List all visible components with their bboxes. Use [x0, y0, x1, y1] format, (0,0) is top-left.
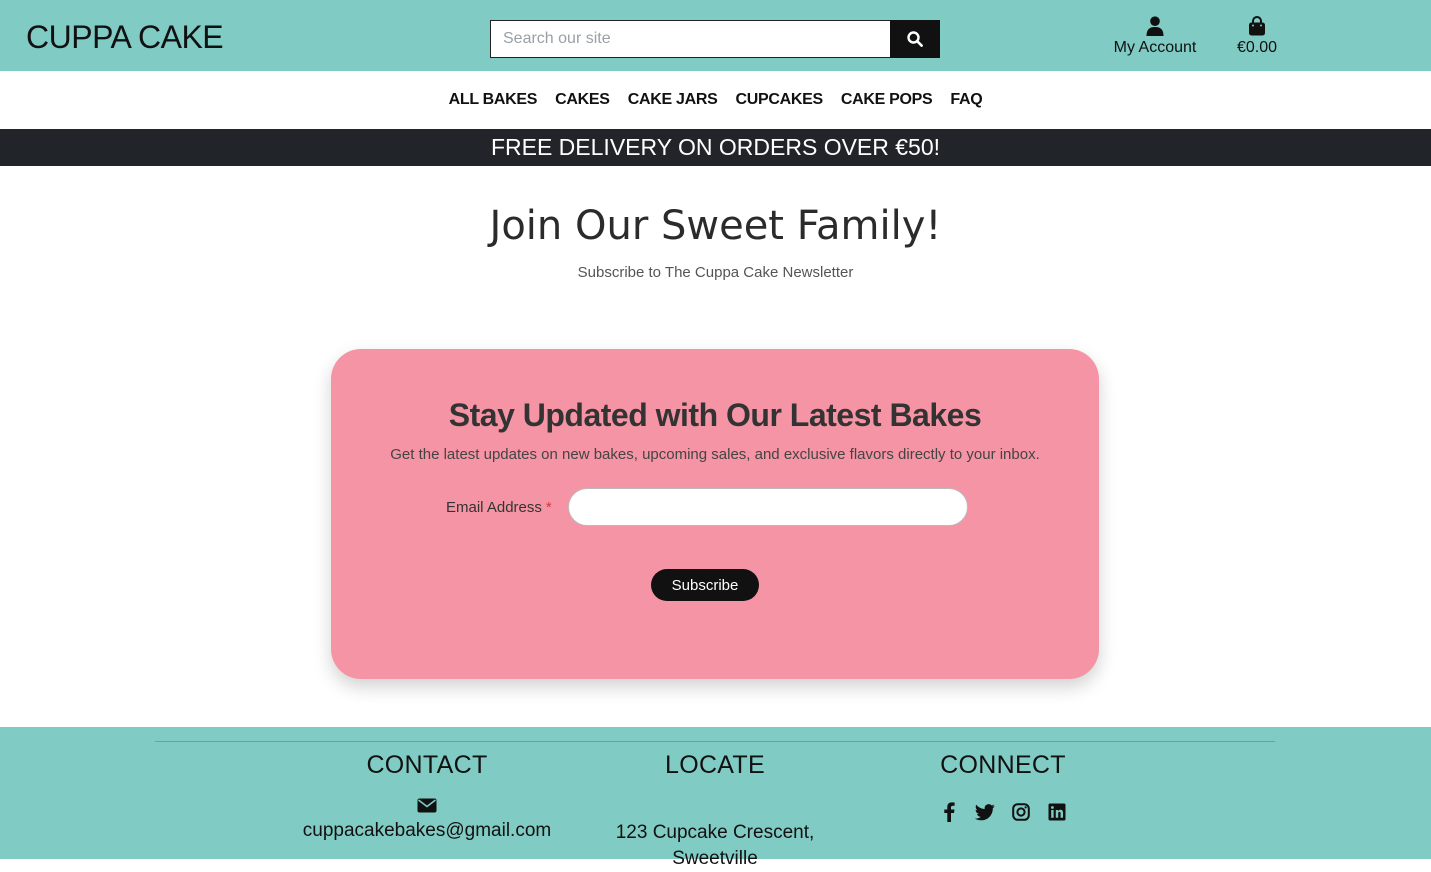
nav-item-faq[interactable]: FAQ — [950, 91, 982, 109]
shopping-bag-icon — [1249, 16, 1265, 36]
contact-heading: CONTACT — [366, 751, 488, 779]
nav-item-cupcakes[interactable]: CUPCAKES — [735, 91, 823, 109]
twitter-icon[interactable] — [975, 802, 995, 822]
nav-item-cake-pops[interactable]: CAKE POPS — [841, 91, 933, 109]
top-header: CUPPA CAKE My Account €0.00 — [0, 0, 1431, 71]
newsletter-card: Stay Updated with Our Latest Bakes Get t… — [331, 349, 1099, 679]
facebook-icon[interactable] — [939, 802, 959, 822]
contact-email-link[interactable]: cuppacakebakes@gmail.com — [277, 820, 577, 842]
site-logo[interactable]: CUPPA CAKE — [26, 19, 224, 56]
nav-item-all-bakes[interactable]: ALL BAKES — [449, 91, 538, 109]
bag-total: €0.00 — [1236, 39, 1278, 56]
search-input[interactable] — [490, 20, 890, 58]
my-account-link[interactable]: My Account — [1105, 16, 1205, 57]
delivery-banner: FREE DELIVERY ON ORDERS OVER €50! — [0, 129, 1431, 166]
search-button[interactable] — [890, 20, 940, 58]
nav-item-cakes[interactable]: CAKES — [555, 91, 610, 109]
address-line-2: Sweetville — [672, 848, 758, 869]
address: 123 Cupcake Crescent, Sweetville — [565, 820, 865, 872]
my-account-label: My Account — [1113, 39, 1197, 56]
footer-connect: CONNECT — [853, 751, 1153, 822]
address-line-1: 123 Cupcake Crescent, — [615, 822, 815, 843]
instagram-icon[interactable] — [1011, 802, 1031, 822]
nav-item-cake-jars[interactable]: CAKE JARS — [628, 91, 718, 109]
footer-contact: CONTACT cuppacakebakes@gmail.com — [277, 751, 577, 842]
search-bar — [490, 20, 940, 58]
envelope-icon — [277, 798, 577, 818]
user-icon — [1146, 16, 1164, 36]
linkedin-icon[interactable] — [1047, 802, 1067, 822]
connect-heading: CONNECT — [940, 751, 1066, 779]
main-nav: ALL BAKES CAKES CAKE JARS CUPCAKES CAKE … — [0, 71, 1431, 129]
page-subtitle: Subscribe to The Cuppa Cake Newsletter — [577, 264, 854, 281]
locate-heading: LOCATE — [665, 751, 765, 779]
newsletter-description: Get the latest updates on new bakes, upc… — [390, 446, 1040, 463]
subscribe-button[interactable]: Subscribe — [651, 569, 759, 601]
required-asterisk: * — [545, 499, 552, 516]
footer-divider — [155, 741, 1275, 742]
footer-locate: LOCATE 123 Cupcake Crescent, Sweetville — [565, 751, 865, 872]
newsletter-title: Stay Updated with Our Latest Bakes — [448, 397, 982, 433]
email-field[interactable] — [568, 488, 968, 526]
email-label-text: Email Address — [446, 499, 542, 516]
social-links — [853, 802, 1153, 822]
footer: CONTACT cuppacakebakes@gmail.com LOCATE … — [0, 727, 1431, 869]
search-icon — [907, 31, 923, 47]
page-title: Join Our Sweet Family! — [489, 203, 942, 249]
email-label: Email Address * — [446, 499, 552, 516]
shopping-bag-link[interactable]: €0.00 — [1222, 16, 1292, 57]
